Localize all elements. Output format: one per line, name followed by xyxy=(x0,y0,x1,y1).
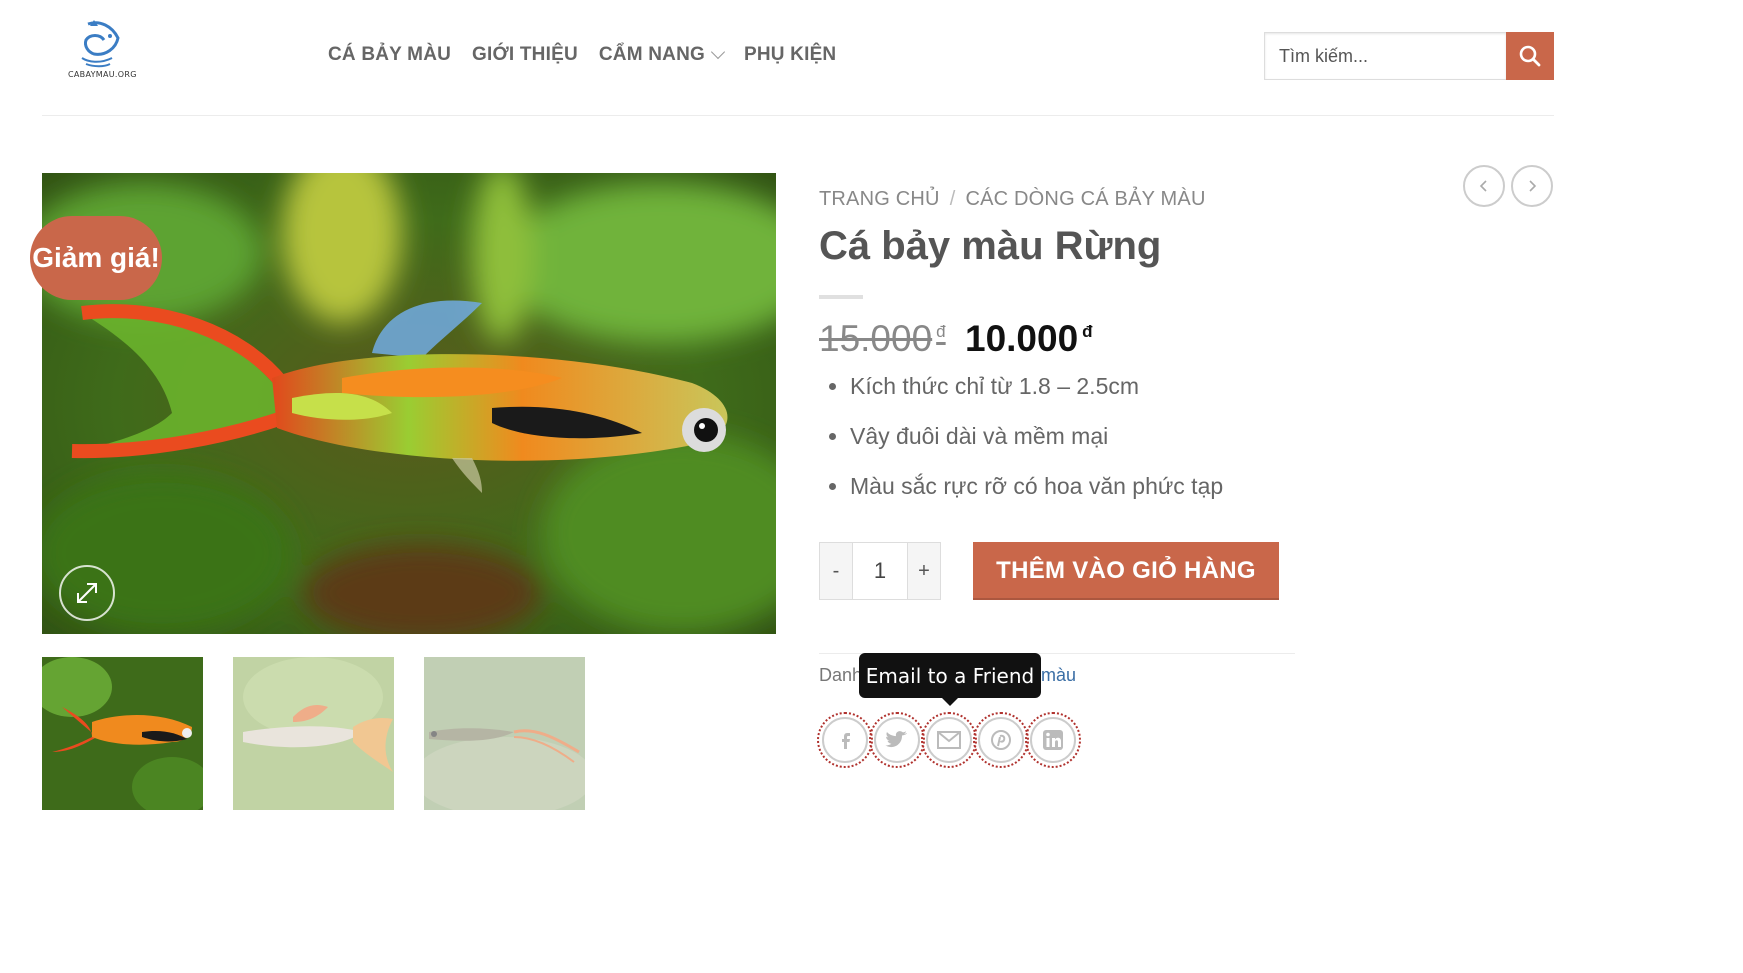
share-facebook-button[interactable] xyxy=(817,712,873,768)
thumbnail-image xyxy=(42,657,203,810)
breadcrumb-category[interactable]: CÁC DÒNG CÁ BẢY MÀU xyxy=(965,188,1205,211)
sale-badge: Giảm giá! xyxy=(30,216,162,300)
share-button-inner xyxy=(1030,717,1076,763)
main-nav: CÁ BẢY MÀU GIỚI THIỆU CẨM NANG PHỤ KIỆN xyxy=(328,44,836,66)
share-pinterest-button[interactable] xyxy=(973,712,1029,768)
currency-symbol: đ xyxy=(936,322,946,341)
email-icon xyxy=(937,731,961,749)
nav-item-ca-bay-mau[interactable]: CÁ BẢY MÀU xyxy=(328,44,451,66)
share-linkedin-button[interactable] xyxy=(1025,712,1081,768)
feature-item: Kích thức chỉ từ 1.8 – 2.5cm xyxy=(850,372,1223,400)
linkedin-icon xyxy=(1043,730,1063,750)
currency-symbol: đ xyxy=(1082,322,1093,341)
pinterest-icon xyxy=(991,730,1011,750)
share-tooltip: Email to a Friend xyxy=(859,653,1041,706)
old-price: 15.000 đ xyxy=(819,318,946,360)
search-button[interactable] xyxy=(1506,32,1554,80)
nav-item-gioi-thieu[interactable]: GIỚI THIỆU xyxy=(472,44,578,66)
title-divider xyxy=(819,295,863,299)
nav-label: PHỤ KIỆN xyxy=(743,44,837,65)
prev-product-button[interactable] xyxy=(1463,165,1505,207)
nav-item-cam-nang[interactable]: CẨM NANG xyxy=(598,44,726,66)
chevron-left-icon xyxy=(1479,180,1487,192)
thumbnail-image xyxy=(424,657,585,810)
search-icon xyxy=(1519,45,1541,67)
search-input[interactable] xyxy=(1264,32,1506,80)
feature-item: Vây đuôi dài và mềm mại xyxy=(850,422,1223,450)
chevron-right-icon xyxy=(1529,180,1537,192)
share-email-button[interactable] xyxy=(921,712,977,768)
feature-item: Màu sắc rực rỡ có hoa văn phức tạp xyxy=(850,472,1223,500)
product-features: Kích thức chỉ từ 1.8 – 2.5cm Vây đuôi dà… xyxy=(828,372,1223,522)
sale-price: 10.000 đ xyxy=(965,318,1093,360)
header-divider xyxy=(42,115,1554,116)
share-button-inner xyxy=(978,717,1024,763)
add-to-cart-button[interactable]: THÊM VÀO GIỎ HÀNG xyxy=(973,542,1279,600)
breadcrumb-home[interactable]: TRANG CHỦ xyxy=(819,188,940,211)
facebook-icon xyxy=(842,733,850,749)
thumbnail-1[interactable] xyxy=(42,657,203,810)
share-button-inner xyxy=(822,717,868,763)
search-form xyxy=(1264,32,1554,80)
qty-plus-button[interactable]: + xyxy=(908,543,940,599)
logo-text: CABAYMAU.ORG xyxy=(68,70,137,79)
share-button-inner xyxy=(926,717,972,763)
quantity-input[interactable] xyxy=(852,543,908,599)
qty-minus-button[interactable]: - xyxy=(820,543,852,599)
thumbnail-image xyxy=(233,657,394,810)
next-product-button[interactable] xyxy=(1511,165,1553,207)
breadcrumb-separator: / xyxy=(949,188,956,210)
expand-icon xyxy=(77,583,97,603)
chevron-down-icon xyxy=(710,44,726,60)
share-button-inner xyxy=(874,717,920,763)
twitter-icon xyxy=(885,731,907,748)
sale-price-value: 10.000 xyxy=(965,318,1079,359)
thumbnail-3[interactable] xyxy=(424,657,585,810)
old-price-value: 15.000 xyxy=(819,318,933,359)
quantity-stepper: - + xyxy=(819,542,941,600)
nav-label: CẨM NANG xyxy=(598,44,705,65)
share-twitter-button[interactable] xyxy=(869,712,925,768)
thumbnail-2[interactable] xyxy=(233,657,394,810)
product-title: Cá bảy màu Rừng xyxy=(819,224,1162,268)
breadcrumb: TRANG CHỦ / CÁC DÒNG CÁ BẢY MÀU xyxy=(819,188,1206,211)
zoom-button[interactable] xyxy=(59,565,115,621)
category-link[interactable]: màu xyxy=(1041,665,1076,686)
nav-item-phu-kien[interactable]: PHỤ KIỆN xyxy=(744,44,836,66)
fish-logo-icon xyxy=(81,20,120,68)
category-label: Danh xyxy=(819,665,863,685)
nav-label: GIỚI THIỆU xyxy=(472,44,578,65)
nav-label: CÁ BẢY MÀU xyxy=(328,44,452,65)
